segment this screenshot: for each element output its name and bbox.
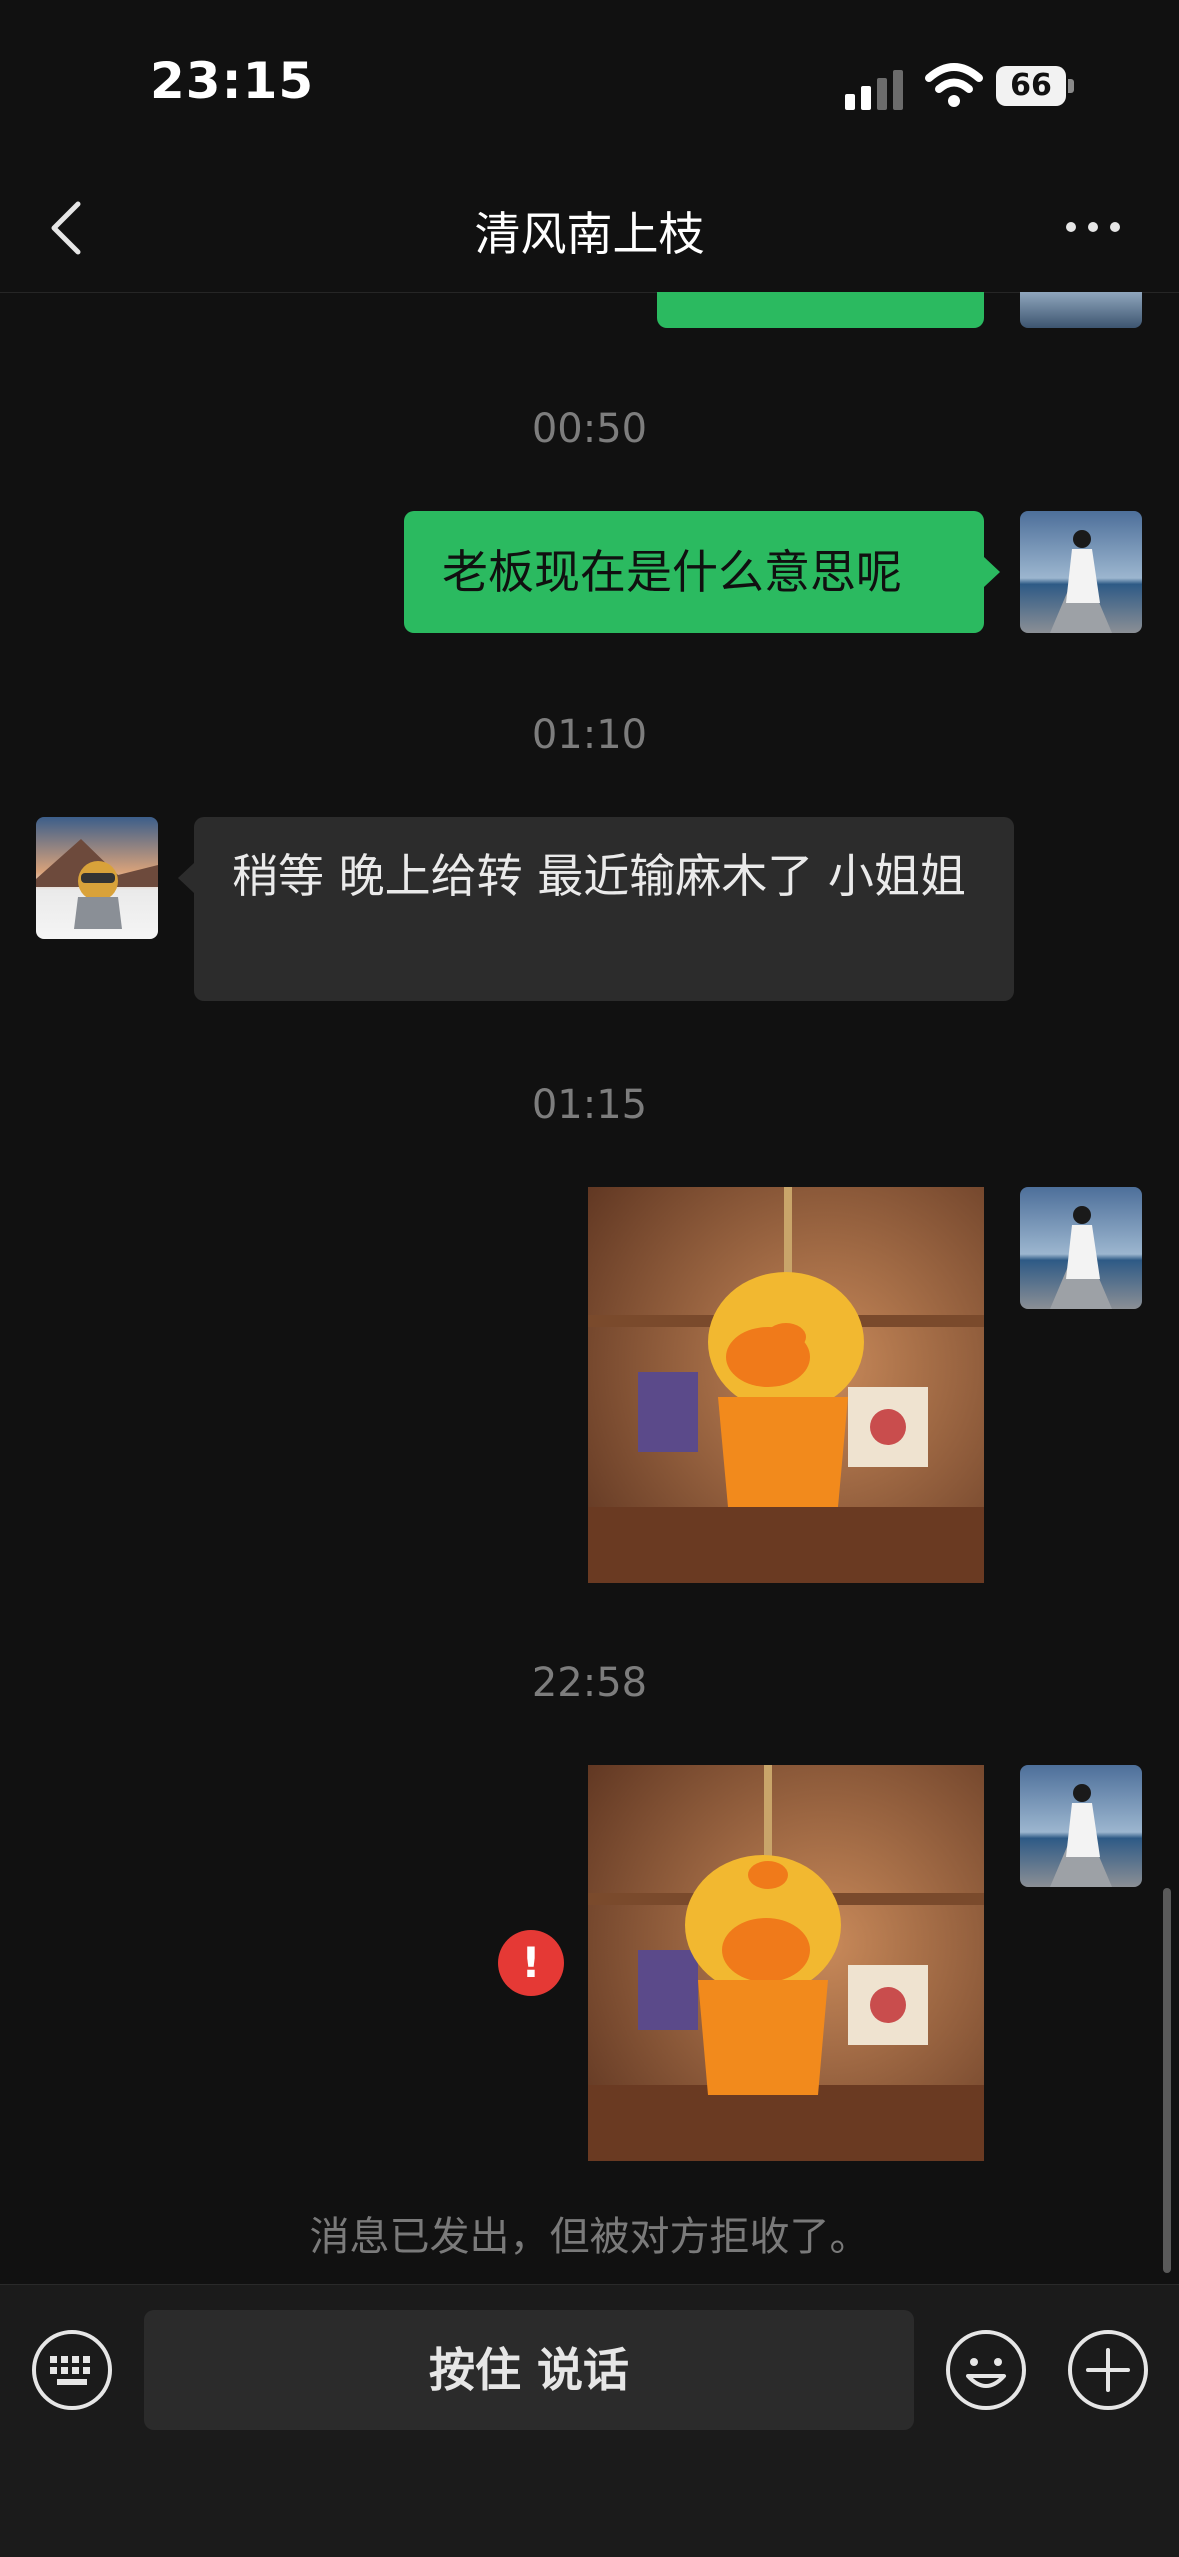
- previous-sent-bubble-fragment[interactable]: [657, 292, 984, 328]
- my-avatar[interactable]: [1020, 1187, 1142, 1309]
- chat-title: 清风南上枝: [474, 207, 705, 261]
- keyboard-icon[interactable]: [30, 2328, 114, 2412]
- status-time: 23:15: [150, 52, 315, 110]
- sent-image-message[interactable]: [588, 1187, 984, 1583]
- send-failed-icon[interactable]: !: [498, 1930, 564, 1996]
- timestamp: 22:58: [531, 1660, 648, 1706]
- timestamp: 00:50: [531, 406, 648, 452]
- sent-image-message-failed[interactable]: [588, 1765, 984, 2161]
- received-message-text: 稍等 晚上给转 最近输麻木了 小姐姐: [232, 849, 966, 903]
- timestamp: 01:10: [531, 712, 648, 758]
- received-message-bubble[interactable]: 稍等 晚上给转 最近输麻木了 小姐姐: [178, 817, 1014, 1001]
- plus-icon[interactable]: [1066, 2328, 1150, 2412]
- my-avatar[interactable]: [1020, 511, 1142, 633]
- more-options-icon[interactable]: [1063, 212, 1123, 242]
- hold-to-talk-button[interactable]: 按住 说话: [144, 2310, 914, 2430]
- wifi-icon: [925, 63, 983, 107]
- battery-level: 66: [1010, 68, 1052, 103]
- scrollbar[interactable]: [1163, 1888, 1171, 2273]
- sent-message-bubble[interactable]: 老板现在是什么意思呢: [404, 511, 1000, 633]
- back-arrow-icon[interactable]: [46, 200, 86, 256]
- battery-icon: 66: [996, 66, 1076, 106]
- my-avatar[interactable]: [1020, 1765, 1142, 1887]
- previous-avatar-fragment[interactable]: [1020, 292, 1142, 328]
- emoji-icon[interactable]: [944, 2328, 1028, 2412]
- cellular-signal-icon: [845, 70, 903, 110]
- contact-avatar[interactable]: [36, 817, 158, 939]
- message-rejected-notice: 消息已发出，但被对方拒收了。: [309, 2214, 870, 2260]
- sent-message-text: 老板现在是什么意思呢: [442, 545, 902, 599]
- timestamp: 01:15: [531, 1082, 648, 1128]
